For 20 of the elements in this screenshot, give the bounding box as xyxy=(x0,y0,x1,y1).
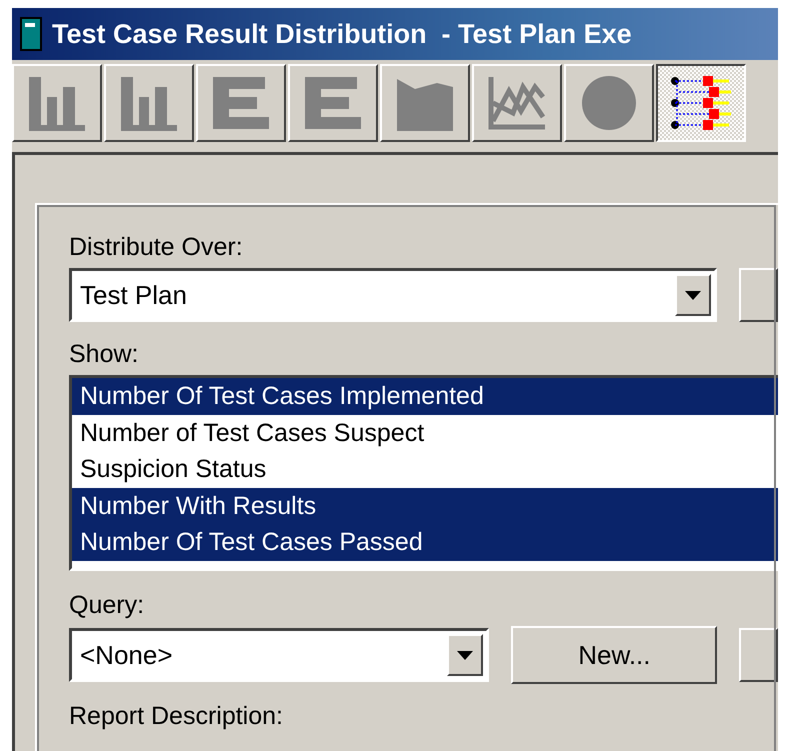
field-label: Distribute Over: xyxy=(69,233,244,262)
caret-icon xyxy=(457,650,474,660)
tree-diagram-icon xyxy=(669,73,733,133)
field-label: Query: xyxy=(69,591,146,620)
list-item[interactable]: Number Of Test Cases Implemented xyxy=(72,378,778,414)
circle-icon xyxy=(579,73,639,133)
side-button[interactable] xyxy=(739,268,778,322)
query-dropdown[interactable]: <None> xyxy=(69,628,490,682)
window-title: Test Case Result Distribution - Test Plan Exe xyxy=(52,18,632,50)
chart-type-button[interactable] xyxy=(656,64,746,142)
list-item[interactable]: Number With Results xyxy=(72,488,778,524)
side-button[interactable] xyxy=(739,628,778,682)
distribute-over-dropdown[interactable]: Test Plan xyxy=(69,268,718,322)
caret-icon xyxy=(685,290,702,300)
new-button[interactable]: New... xyxy=(511,626,718,684)
list-item[interactable]: Number Of Test Cases Passed xyxy=(72,524,778,560)
notebook-icon xyxy=(20,17,42,51)
field-label: Report Description: xyxy=(69,702,284,731)
show-list[interactable]: Number Of Test Cases Implemented Number of Test Cases Suspect Suspicion Status Number With Results Number Of Test Cases Passed xyxy=(69,375,778,571)
field-label: Show: xyxy=(69,340,140,369)
